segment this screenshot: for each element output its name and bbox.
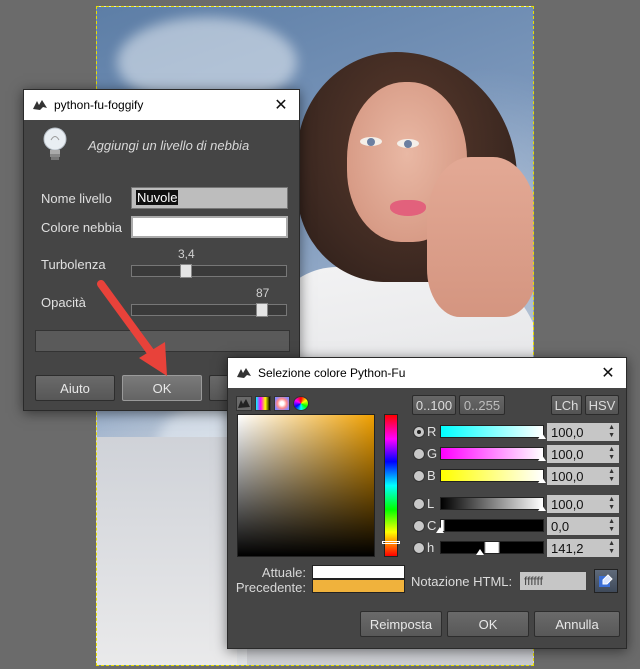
- spin-arrows-icon[interactable]: ▲ ▼: [608, 424, 615, 440]
- channel-slider-b[interactable]: [440, 469, 544, 482]
- lch-button[interactable]: LCh: [551, 395, 582, 415]
- lips: [390, 200, 426, 216]
- turbulence-label: Turbolenza: [41, 257, 106, 272]
- hue-strip[interactable]: [384, 414, 398, 557]
- reset-button[interactable]: Reimposta: [360, 611, 442, 637]
- foggify-title: python-fu-foggify: [54, 98, 144, 112]
- previous-label: Precedente:: [235, 580, 306, 595]
- color-ok-button[interactable]: OK: [447, 611, 529, 637]
- channel-slider-g[interactable]: [440, 447, 544, 460]
- channel-radio-g[interactable]: [413, 448, 425, 460]
- channel-spinbox-b[interactable]: 100,0 ▲ ▼: [546, 466, 620, 486]
- watercolor-icon[interactable]: [293, 396, 309, 411]
- layer-name-label: Nome livello: [41, 191, 112, 206]
- spin-arrows-icon[interactable]: ▲ ▼: [608, 540, 615, 556]
- channel-spinbox-l[interactable]: 100,0 ▲ ▼: [546, 494, 620, 514]
- lightbulb-icon: [40, 125, 70, 165]
- color-dialog-title: Selezione colore Python-Fu: [258, 366, 406, 380]
- gimp-icon: [32, 98, 48, 112]
- opacity-label: Opacità: [41, 295, 86, 310]
- range-0-100-button[interactable]: 0..100: [412, 395, 456, 415]
- channel-value: 141,2: [551, 540, 584, 556]
- channel-spinbox-g[interactable]: 100,0 ▲ ▼: [546, 444, 620, 464]
- gimp-selector-icon[interactable]: [236, 396, 252, 411]
- fog-color-label: Colore nebbia: [41, 220, 122, 235]
- channel-spinbox-r[interactable]: 100,0 ▲ ▼: [546, 422, 620, 442]
- turbulence-slider-thumb[interactable]: [180, 264, 193, 278]
- wheel-icon[interactable]: [274, 396, 290, 411]
- hsv-button[interactable]: HSV: [585, 395, 619, 415]
- close-icon[interactable]: ✕: [598, 363, 618, 383]
- channel-radio-r[interactable]: [413, 426, 425, 438]
- channel-marker: [538, 505, 546, 511]
- channel-spinbox-h[interactable]: 141,2 ▲ ▼: [546, 538, 620, 558]
- channel-slider-h[interactable]: [440, 541, 544, 554]
- spin-arrows-icon[interactable]: ▲ ▼: [608, 446, 615, 462]
- channel-radio-l[interactable]: [413, 498, 425, 510]
- spin-arrows-icon[interactable]: ▲ ▼: [608, 496, 615, 512]
- cmyk-icon[interactable]: [255, 396, 271, 411]
- foggify-titlebar[interactable]: python-fu-foggify ✕: [24, 90, 299, 120]
- range-0-255-button[interactable]: 0..255: [459, 395, 505, 415]
- channel-label: h: [427, 540, 435, 555]
- foggify-description: Aggiungi un livello di nebbia: [88, 137, 250, 153]
- left-eye: [360, 137, 382, 146]
- spin-arrows-icon[interactable]: ▲ ▼: [608, 468, 615, 484]
- gimp-icon: [236, 366, 252, 380]
- color-selection-dialog: Selezione colore Python-Fu ✕ Attuale: Pr…: [227, 357, 627, 649]
- color-picker-icon[interactable]: [594, 569, 618, 593]
- channel-radio-b[interactable]: [413, 470, 425, 482]
- fog-color-button[interactable]: [131, 216, 288, 238]
- channel-label: G: [427, 446, 438, 461]
- saturation-value-square[interactable]: [237, 414, 375, 557]
- shirt-left: [97, 437, 237, 665]
- layer-name-value: Nuvole: [136, 190, 179, 205]
- channel-value: 100,0: [551, 468, 584, 484]
- hue-marker: [382, 541, 400, 544]
- color-dialog-titlebar[interactable]: Selezione colore Python-Fu ✕: [228, 358, 626, 388]
- turbulence-slider[interactable]: [131, 264, 287, 278]
- channel-spinbox-c[interactable]: 0,0 ▲ ▼: [546, 516, 620, 536]
- previous-color-swatch[interactable]: [312, 579, 405, 593]
- current-color-swatch: [312, 565, 405, 579]
- html-notation-input[interactable]: ffffff: [519, 571, 587, 591]
- spin-arrows-icon[interactable]: ▲ ▼: [608, 518, 615, 534]
- right-eye: [397, 139, 419, 148]
- opacity-value: 87: [256, 286, 270, 300]
- channel-value: 100,0: [551, 424, 584, 440]
- turbulence-value: 3,4: [178, 247, 195, 261]
- channel-value: 0,0: [551, 518, 570, 534]
- html-notation-label: Notazione HTML:: [411, 574, 513, 589]
- channel-value: 100,0: [551, 496, 584, 512]
- opacity-slider-thumb[interactable]: [255, 303, 268, 317]
- channel-radio-c[interactable]: [413, 520, 425, 532]
- channel-marker: [538, 433, 546, 439]
- color-cancel-button[interactable]: Annulla: [534, 611, 620, 637]
- channel-label: C: [427, 518, 437, 533]
- channel-label: R: [427, 424, 437, 439]
- red-arrow-annotation: [97, 280, 167, 376]
- channel-label: L: [427, 496, 435, 511]
- hand: [427, 157, 533, 317]
- channel-marker: [436, 527, 444, 533]
- channel-marker: [538, 477, 546, 483]
- channel-value: 100,0: [551, 446, 584, 462]
- channel-marker: [538, 455, 546, 461]
- layer-name-input[interactable]: Nuvole: [131, 187, 288, 209]
- current-label: Attuale:: [261, 565, 306, 580]
- channel-slider-r[interactable]: [440, 425, 544, 438]
- channel-marker: [475, 549, 484, 555]
- channel-label: B: [427, 468, 436, 483]
- close-icon[interactable]: ✕: [271, 95, 291, 115]
- channel-radio-h[interactable]: [413, 542, 425, 554]
- channel-slider-c[interactable]: [440, 519, 544, 532]
- channel-slider-l[interactable]: [440, 497, 544, 510]
